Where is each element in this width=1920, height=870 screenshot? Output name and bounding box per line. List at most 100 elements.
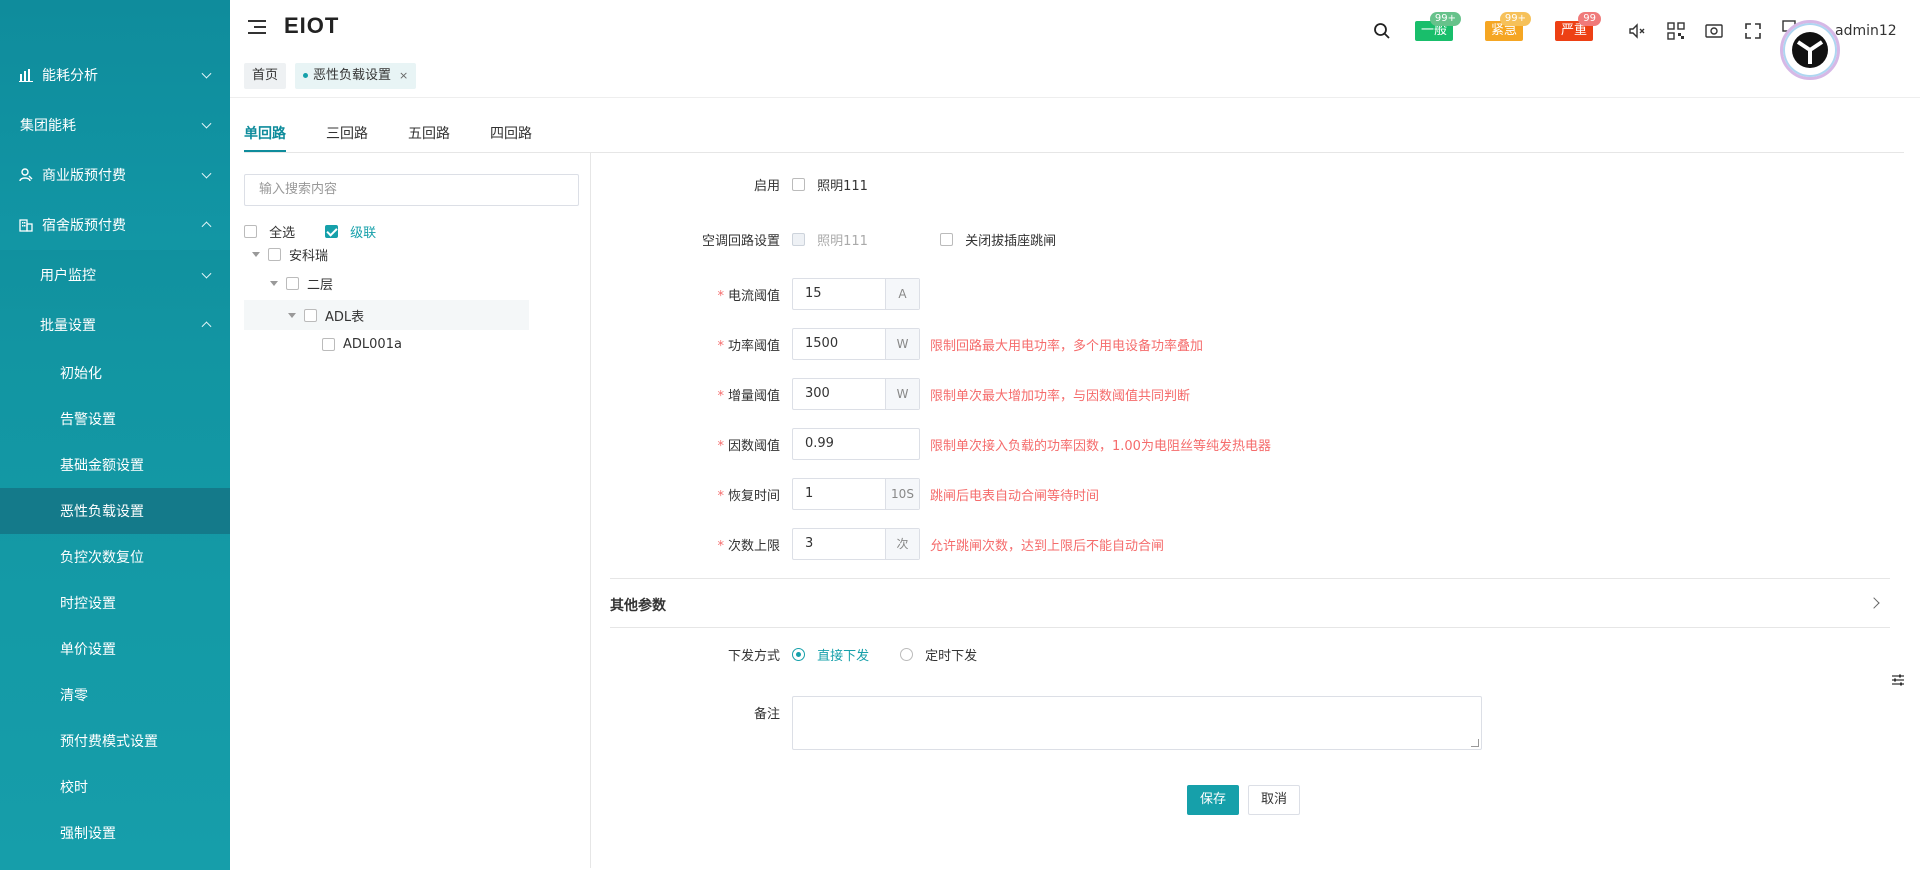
- other-params-title: 其他参数: [610, 598, 666, 614]
- recovery-time-hint: 跳闸后电表自动合闸等待时间: [930, 489, 1100, 504]
- select-all-label: 全选: [269, 226, 296, 241]
- other-params-collapse[interactable]: 其他参数: [610, 578, 1890, 628]
- menu-label: 单价设置: [60, 642, 116, 658]
- checkbox-icon[interactable]: [322, 337, 335, 351]
- menu-item-group-energy[interactable]: 集团能耗: [0, 100, 230, 150]
- checkbox-icon: [792, 178, 805, 191]
- ac-loop-option-label: 照明111: [817, 234, 868, 249]
- select-all-checkbox[interactable]: 全选: [244, 222, 295, 241]
- menu-item-base-amount[interactable]: 基础金额设置: [0, 442, 230, 488]
- tab-three-loop[interactable]: 三回路: [326, 123, 368, 143]
- settings-sliders-icon[interactable]: [1890, 672, 1906, 688]
- current-threshold-input[interactable]: 15 A: [792, 278, 920, 310]
- page-tab-home[interactable]: 首页: [244, 63, 287, 89]
- field-label: 次数上限: [727, 539, 780, 554]
- menu-item-alarm-settings[interactable]: 告警设置: [0, 396, 230, 442]
- checkbox-icon[interactable]: [286, 276, 299, 290]
- alarm-urgent-button[interactable]: 紧急 99+: [1485, 12, 1532, 41]
- menu-label: 强制设置: [60, 826, 116, 842]
- ac-loop-checkbox[interactable]: 照明111: [792, 230, 868, 249]
- save-button[interactable]: 保存: [1187, 785, 1240, 815]
- menu-item-init[interactable]: 初始化: [0, 350, 230, 396]
- remark-label: 备注: [753, 707, 780, 722]
- expand-caret-icon[interactable]: [288, 312, 296, 318]
- menu-toggle-icon[interactable]: [248, 18, 268, 36]
- required-mark: *: [717, 439, 724, 454]
- menu-item-malicious-load[interactable]: 恶性负载设置: [0, 488, 230, 534]
- menu-item-clear[interactable]: 清零: [0, 672, 230, 718]
- input-value: 1500: [805, 336, 839, 351]
- menu-item-user-monitor[interactable]: 用户监控: [0, 250, 230, 300]
- menu-label: 校时: [60, 780, 88, 796]
- menu-item-load-reset[interactable]: 负控次数复位: [0, 534, 230, 580]
- menu-item-time-sync[interactable]: 校时: [0, 764, 230, 810]
- tree-node-label: 二层: [307, 277, 334, 293]
- tree-node-label: ADL表: [325, 309, 365, 325]
- power-threshold-label: * 功率阈值: [660, 335, 780, 354]
- tab-five-loop[interactable]: 五回路: [408, 123, 450, 143]
- menu-label: 用户监控: [40, 268, 96, 284]
- tab-single-loop[interactable]: 单回路: [244, 123, 286, 143]
- required-mark: *: [717, 389, 724, 404]
- checkbox-icon[interactable]: [268, 247, 281, 261]
- menu-item-batch-settings[interactable]: 批量设置: [0, 300, 230, 350]
- send-direct-radio[interactable]: 直接下发: [792, 645, 869, 664]
- tree-search-input[interactable]: 输入搜索内容: [244, 174, 579, 206]
- menu-label: 负控次数复位: [60, 550, 144, 566]
- count-limit-input[interactable]: 3 次: [792, 528, 920, 560]
- qrcode-icon[interactable]: [1667, 22, 1685, 40]
- menu-item-prepaid-mode[interactable]: 预付费模式设置: [0, 718, 230, 764]
- video-monitor-icon[interactable]: [1705, 22, 1723, 40]
- menu-item-commercial-prepaid[interactable]: 商业版预付费: [0, 150, 230, 200]
- required-mark: *: [717, 539, 724, 554]
- menu-item-energy-analysis[interactable]: 能耗分析: [0, 50, 230, 100]
- page-tabs-bar: 首页 恶性负载设置 ×: [230, 56, 1920, 98]
- required-mark: *: [717, 489, 724, 504]
- count-limit-label: * 次数上限: [660, 535, 780, 554]
- alarm-severe-button[interactable]: 严重 99: [1555, 12, 1602, 41]
- panel-divider: [590, 153, 591, 868]
- username[interactable]: admin12: [1835, 23, 1897, 39]
- search-icon[interactable]: [1373, 22, 1391, 40]
- brand-logo-text: EIOT: [284, 13, 340, 38]
- tree-node[interactable]: ADL001a: [322, 330, 402, 358]
- page-tab-current[interactable]: 恶性负载设置 ×: [295, 63, 417, 89]
- send-mode-label: 下发方式: [727, 649, 780, 664]
- cascade-checkbox[interactable]: 级联: [325, 222, 376, 241]
- expand-caret-icon[interactable]: [252, 251, 260, 257]
- resize-grip-icon[interactable]: [1471, 739, 1479, 747]
- recovery-time-input[interactable]: 1 10S: [792, 478, 920, 510]
- page-tab-label: 恶性负载设置: [313, 68, 392, 83]
- chevron-up-icon: [201, 221, 212, 232]
- close-icon[interactable]: ×: [399, 69, 408, 82]
- menu-label: 集团能耗: [20, 118, 76, 134]
- increment-threshold-input[interactable]: 300 W: [792, 378, 920, 410]
- remark-textarea[interactable]: [792, 696, 1482, 750]
- fullscreen-icon[interactable]: [1744, 22, 1762, 40]
- close-socket-trip-checkbox[interactable]: 关闭拔插座跳闸: [940, 230, 1056, 249]
- tree-node[interactable]: 安科瑞: [252, 240, 328, 268]
- chevron-down-icon: [201, 168, 212, 179]
- mute-icon[interactable]: [1628, 22, 1646, 40]
- alarm-general-button[interactable]: 一般 99+: [1415, 12, 1462, 41]
- menu-label: 基础金额设置: [60, 458, 144, 474]
- menu-item-force-settings[interactable]: 强制设置: [0, 810, 230, 856]
- expand-caret-icon[interactable]: [270, 280, 278, 286]
- cancel-button[interactable]: 取消: [1248, 785, 1301, 815]
- send-timed-radio[interactable]: 定时下发: [900, 645, 977, 664]
- menu-label: 时控设置: [60, 596, 116, 612]
- increment-threshold-label: * 增量阈值: [660, 385, 780, 404]
- power-threshold-input[interactable]: 1500 W: [792, 328, 920, 360]
- tab-four-loop[interactable]: 四回路: [490, 123, 532, 143]
- factor-threshold-input[interactable]: 0.99: [792, 428, 920, 460]
- checkbox-icon[interactable]: [304, 308, 317, 322]
- menu-item-dorm-prepaid[interactable]: 宿舍版预付费: [0, 200, 230, 250]
- menu-item-unit-price[interactable]: 单价设置: [0, 626, 230, 672]
- enable-checkbox[interactable]: 照明111: [792, 175, 868, 194]
- menu-label: 告警设置: [60, 412, 116, 428]
- menu-item-time-control[interactable]: 时控设置: [0, 580, 230, 626]
- count-limit-hint: 允许跳闸次数，达到上限后不能自动合闸: [930, 539, 1165, 554]
- tree-node[interactable]: 二层: [270, 269, 333, 297]
- tree-node[interactable]: ADL表: [288, 301, 364, 329]
- menu-label: 宿舍版预付费: [42, 218, 126, 234]
